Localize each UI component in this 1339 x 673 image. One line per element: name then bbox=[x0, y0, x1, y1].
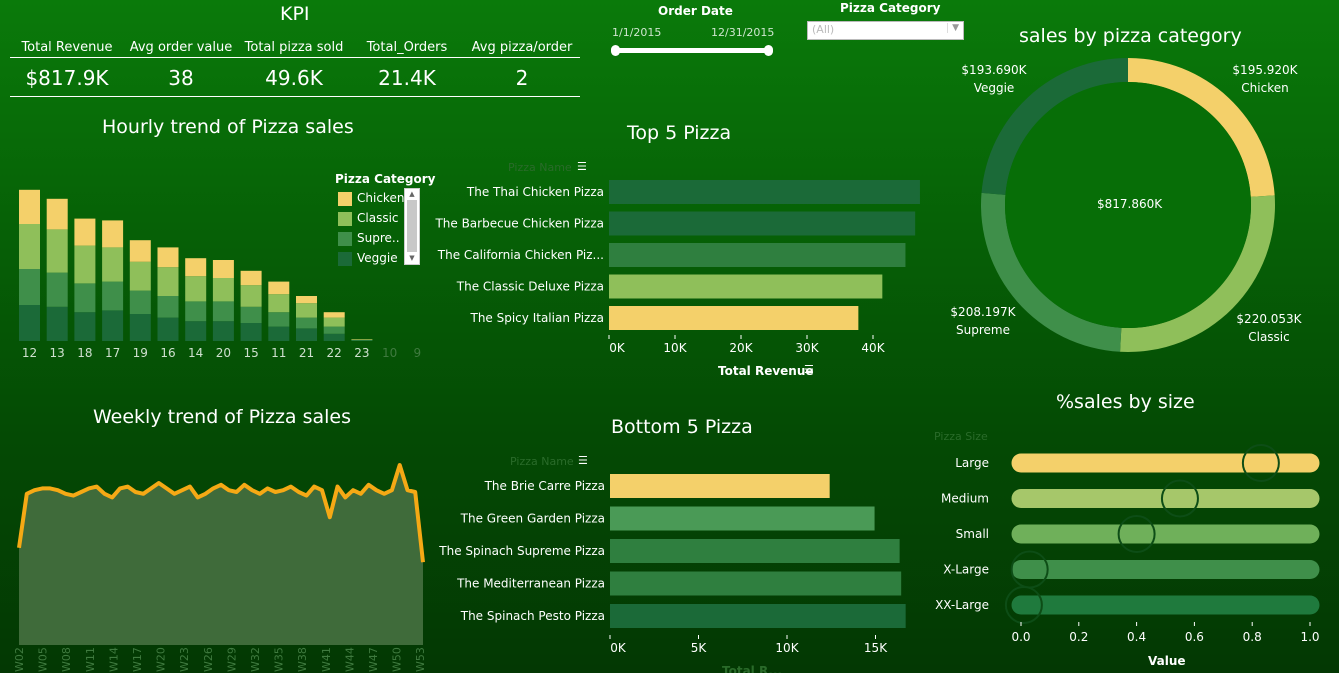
size-tick-1: 0.2 bbox=[1069, 630, 1088, 644]
size-tick-2: 0.4 bbox=[1127, 630, 1146, 644]
size-tick-3: 0.6 bbox=[1185, 630, 1204, 644]
size-label-xx-large: XX-Large bbox=[935, 598, 989, 612]
size-tick-0: 0.0 bbox=[1011, 630, 1030, 644]
size-dot-chart: Large Medium Small X-Large XX-Large 0.0 0.2 0.4… bbox=[935, 444, 1320, 644]
size-tick-5: 1.0 bbox=[1300, 630, 1319, 644]
size-label-small: Small bbox=[956, 527, 989, 541]
size-tick-4: 0.8 bbox=[1243, 630, 1262, 644]
size-label-x-large: X-Large bbox=[943, 563, 989, 577]
size-label-medium: Medium bbox=[941, 492, 989, 506]
size-label-large: Large bbox=[955, 456, 989, 470]
